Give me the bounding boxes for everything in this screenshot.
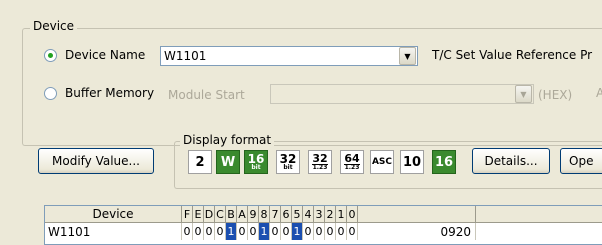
format-32-real-button[interactable]: 32 1.23 [308,150,332,174]
format-32bit-button[interactable]: 32 bit [276,150,300,174]
device-name-label: Device Name [65,48,146,62]
row-bit[interactable]: 0 [325,223,336,240]
row-bit[interactable]: 0 [182,223,193,240]
header-bit: F [182,206,193,222]
header-bit: 9 [248,206,259,222]
header-bit: D [204,206,215,222]
row-bit[interactable]: 0 [281,223,292,240]
buffer-memory-label: Buffer Memory [65,86,155,100]
row-bit[interactable]: 0 [215,223,226,240]
format-decimal-button[interactable]: 10 [400,150,424,174]
buffer-memory-radio[interactable]: Buffer Memory [44,86,154,100]
display-format-title: Display format [180,133,275,147]
row-bit[interactable]: 0 [314,223,325,240]
format-word-button[interactable]: W [216,150,240,174]
format-binary-label: 2 [195,154,205,170]
row-bit[interactable]: 0 [347,223,358,240]
header-bit: 7 [270,206,281,222]
device-name-value: W1101 [164,49,207,63]
open-label: Ope [569,154,594,168]
row-bit[interactable]: 0 [248,223,259,240]
row-bit[interactable]: 1 [226,223,237,240]
format-32bit-sub: bit [283,163,293,171]
row-device: W1101 [45,223,182,240]
format-16bit-button[interactable]: 16 bit [244,150,268,174]
module-start-label: Module Start [168,88,245,102]
chevron-down-icon: ▼ [515,85,532,103]
row-bit[interactable]: 0 [270,223,281,240]
header-bit: C [215,206,226,222]
row-bit[interactable]: 0 [237,223,248,240]
header-bit: 4 [303,206,314,222]
device-group-title: Device [30,19,78,33]
chevron-down-icon[interactable]: ▼ [399,47,416,65]
format-ascii-button[interactable]: ASC [370,150,394,174]
header-bit: 5 [292,206,303,222]
format-ascii-label: ASC [371,156,393,167]
format-word-label: W [220,154,236,170]
module-start-combo: ▼ [270,84,534,104]
format-64-real-sub: 1.23 [344,164,360,171]
open-button[interactable]: Ope [560,148,602,174]
header-bit: 3 [314,206,325,222]
format-binary-button[interactable]: 2 [188,150,212,174]
format-32-real-sub: 1.23 [312,164,328,171]
row-value: 0920 [358,223,476,240]
table-header: Device F E D C B A 9 8 7 6 5 4 3 2 1 0 [45,206,602,223]
device-name-combo[interactable]: W1101 ▼ [160,46,418,66]
truncated-label: A [596,86,602,100]
row-bit[interactable]: 0 [193,223,204,240]
modify-value-button[interactable]: Modify Value... [38,148,154,174]
table-row[interactable]: W1101 0 0 0 0 1 0 0 1 0 0 1 0 0 0 0 0 09… [45,223,602,240]
row-bit[interactable]: 1 [259,223,270,240]
header-bit: B [226,206,237,222]
header-bit: 2 [325,206,336,222]
row-bit[interactable]: 0 [336,223,347,240]
radio-selected-icon [44,48,57,62]
header-bit: 1 [336,206,347,222]
header-bit: 6 [281,206,292,222]
details-label: Details... [484,154,538,168]
row-bit[interactable]: 1 [292,223,303,240]
header-device: Device [45,206,182,222]
tc-set-value-label: T/C Set Value Reference Pr [432,48,593,62]
header-bit: E [193,206,204,222]
format-64-real-button[interactable]: 64 1.23 [340,150,364,174]
radio-unselected-icon [44,86,57,100]
device-name-radio[interactable]: Device Name [44,48,145,62]
format-hex-button[interactable]: 16 [432,150,456,174]
format-decimal-label: 10 [402,154,422,170]
device-table[interactable]: Device F E D C B A 9 8 7 6 5 4 3 2 1 0 W… [44,205,602,245]
header-bit: A [237,206,248,222]
modify-value-label: Modify Value... [52,154,140,168]
header-bit: 8 [259,206,270,222]
header-bit: 0 [347,206,358,222]
format-16bit-sub: bit [251,163,261,171]
row-bit[interactable]: 0 [204,223,215,240]
format-hex-label: 16 [434,154,454,170]
hex-label: (HEX) [538,88,573,102]
header-value [358,206,476,222]
details-button[interactable]: Details... [472,148,550,174]
row-bit[interactable]: 0 [303,223,314,240]
